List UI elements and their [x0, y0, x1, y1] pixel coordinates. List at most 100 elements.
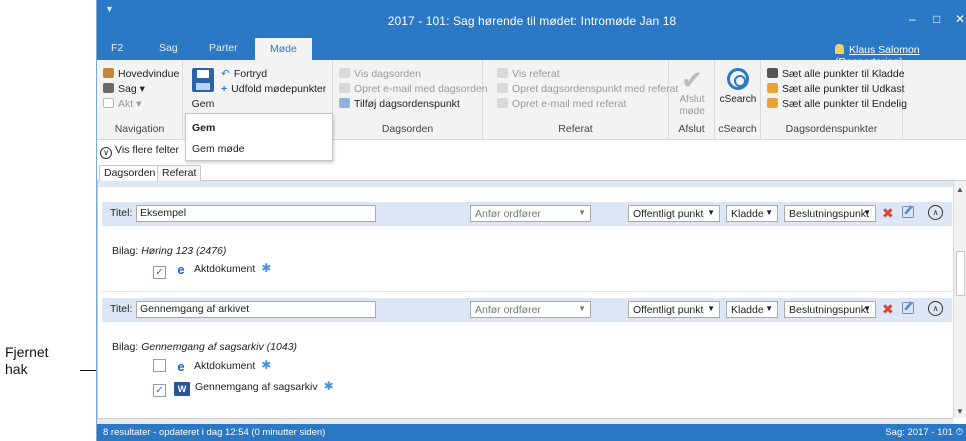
tab-parter[interactable]: Parter [209, 42, 238, 54]
dropdown-caret-icon: ▼ [707, 304, 715, 313]
document-checkbox[interactable]: ✓ [153, 266, 166, 279]
type-select[interactable]: Beslutningspunkt ▼ [784, 205, 876, 222]
top-divider [98, 181, 953, 187]
akt-dropdown-button[interactable]: Akt ▾ [103, 97, 141, 111]
type-select[interactable]: Beslutningspunkt ▼ [784, 301, 876, 318]
view-minutes-icon [497, 68, 508, 78]
vis-dagsorden-button[interactable]: Vis dagsorden [339, 67, 421, 81]
title-bar: ▼ 2017 - 101: Sag hørende til mødet: Int… [97, 0, 966, 38]
annotation-line2: hak [5, 361, 28, 377]
case-icon [103, 83, 114, 93]
delete-icon[interactable]: ✖ [882, 301, 894, 317]
snowflake-icon: ✱ [261, 358, 272, 372]
document-checkbox[interactable] [153, 359, 166, 372]
tab-mode[interactable]: Møde [255, 38, 312, 60]
bilag-value: Gennemgang af sagsarkiv (1043) [141, 341, 298, 353]
csearch-group: cSearch cSearch [715, 60, 761, 140]
edit-icon[interactable] [902, 206, 914, 218]
csearch-button[interactable]: cSearch [719, 66, 757, 106]
vertical-scrollbar[interactable]: ▲ ▼ [953, 181, 966, 418]
bilag-line: Bilag: Gennemgang af sagsarkiv (1043) [112, 341, 297, 353]
offentlig-value: Offentligt punkt [633, 208, 704, 220]
minimize-button[interactable]: – [909, 12, 916, 26]
bilag-value: Høring 123 (2476) [141, 245, 227, 257]
tab-f2[interactable]: F2 [111, 42, 123, 54]
view-agenda-icon [339, 68, 350, 78]
status-bar: 8 resultater - opdateret i dag 12:54 (0 … [97, 424, 966, 441]
agenda-minutes-icon [497, 83, 508, 93]
edit-icon[interactable] [902, 302, 914, 314]
sag-label: Sag ▾ [118, 83, 145, 95]
email-icon [497, 98, 508, 108]
title-input[interactable]: Eksempel [136, 205, 376, 222]
opret-dp-referat-label: Opret dagsordenspunkt med referat [512, 83, 679, 95]
ordforer-value: Anfør ordfører [475, 304, 541, 316]
document-name[interactable]: Aktdokument [194, 360, 255, 372]
status-case-label: Sag: 2017 - 101 [885, 427, 953, 438]
title-input[interactable]: Gennemgang af arkivet [136, 301, 376, 318]
status-value: Kladde [731, 208, 764, 220]
home-icon [103, 68, 114, 78]
menu-item-gem-mode[interactable]: Gem møde [192, 143, 245, 155]
afslut-mode-button[interactable]: ✔ Afslut møde [675, 66, 709, 118]
opret-dagsordenspunkt-referat-button[interactable]: Opret dagsordenspunkt med referat [497, 82, 678, 96]
save-floppy-icon [192, 68, 214, 92]
quick-access-chevron-icon[interactable]: ▼ [105, 4, 114, 14]
ordforer-select[interactable]: Anfør ordfører ▼ [470, 205, 591, 222]
status-text: 8 resultater - opdateret i dag 12:54 (0 … [103, 427, 326, 438]
scroll-thumb[interactable] [956, 251, 965, 296]
scroll-down-icon[interactable]: ▼ [956, 407, 964, 416]
navigation-group: Hovedvindue Sag ▾ Akt ▾ Navigation [97, 60, 183, 140]
collapse-up-icon[interactable]: ∧ [928, 301, 943, 316]
annotation-pointer-line [80, 370, 96, 371]
maximize-button[interactable]: □ [933, 12, 940, 26]
tilfoj-dagsordenspunkt-button[interactable]: Tilføj dagsordenspunkt [339, 97, 460, 111]
tab-sag[interactable]: Sag [159, 42, 178, 54]
hovedvindue-button[interactable]: Hovedvindue [103, 67, 179, 81]
document-name[interactable]: Aktdokument [194, 263, 255, 275]
dropdown-caret-icon: ▼ [578, 208, 586, 217]
saet-udkast-button[interactable]: Sæt alle punkter til Udkast [767, 82, 905, 96]
email-dagsorden-button[interactable]: Opret e-mail med dagsorden [339, 82, 488, 96]
checkmark-icon: ✔ [681, 65, 703, 95]
menu-item-gem[interactable]: Gem [192, 122, 215, 134]
vis-referat-label: Vis referat [512, 68, 560, 80]
dagsordenspunkter-group-label: Dagsordenspunkter [785, 123, 878, 135]
collapse-up-icon[interactable]: ∧ [928, 205, 943, 220]
vis-referat-button[interactable]: Vis referat [497, 67, 560, 81]
document-row: ✓ W Gennemgang af sagsarkiv ✱ [153, 379, 334, 397]
tab-dagsorden[interactable]: Dagsorden [99, 165, 161, 182]
saet-endelig-button[interactable]: Sæt alle punkter til Endelig [767, 97, 907, 111]
tab-referat[interactable]: Referat [157, 165, 202, 181]
vis-flere-felter-button[interactable]: ∨ Vis flere felter [100, 144, 179, 159]
afslut-group: ✔ Afslut møde Afslut [669, 60, 715, 140]
close-button[interactable]: ✕ [955, 12, 965, 26]
saet-kladde-button[interactable]: Sæt alle punkter til Kladde [767, 67, 905, 81]
document-name[interactable]: Gennemgang af sagsarkiv [195, 381, 318, 393]
status-select[interactable]: Kladde ▼ [726, 205, 778, 222]
ordforer-value: Anfør ordfører [475, 208, 541, 220]
csearch-icon [727, 68, 749, 90]
document-checkbox[interactable]: ✓ [153, 384, 166, 397]
gem-big-button[interactable]: Gem [189, 68, 217, 110]
udfold-button[interactable]: + Udfold mødepunkter [221, 82, 326, 96]
document-row: ✓ e Aktdokument ✱ [153, 261, 271, 279]
csearch-button-label: cSearch [719, 94, 757, 105]
offentlig-select[interactable]: Offentligt punkt ▼ [628, 205, 720, 222]
lock-icon [767, 68, 778, 78]
dropdown-caret-icon: ▼ [578, 304, 586, 313]
word-icon: W [174, 382, 190, 396]
fortryd-button[interactable]: ↶ Fortryd [221, 67, 267, 81]
sag-dropdown-button[interactable]: Sag ▾ [103, 82, 145, 96]
title-label: Titel: [110, 303, 133, 315]
annotation-label: Fjernet hak [5, 344, 49, 378]
timer-icon[interactable]: ⏱ [956, 427, 963, 438]
email-dagsorden-label: Opret e-mail med dagsorden [354, 83, 488, 95]
ordforer-select[interactable]: Anfør ordfører ▼ [470, 301, 591, 318]
chevron-down-icon: ∨ [100, 147, 112, 159]
status-select[interactable]: Kladde ▼ [726, 301, 778, 318]
offentlig-select[interactable]: Offentligt punkt ▼ [628, 301, 720, 318]
email-referat-button[interactable]: Opret e-mail med referat [497, 97, 626, 111]
delete-icon[interactable]: ✖ [882, 205, 894, 221]
scroll-up-icon[interactable]: ▲ [956, 185, 964, 194]
